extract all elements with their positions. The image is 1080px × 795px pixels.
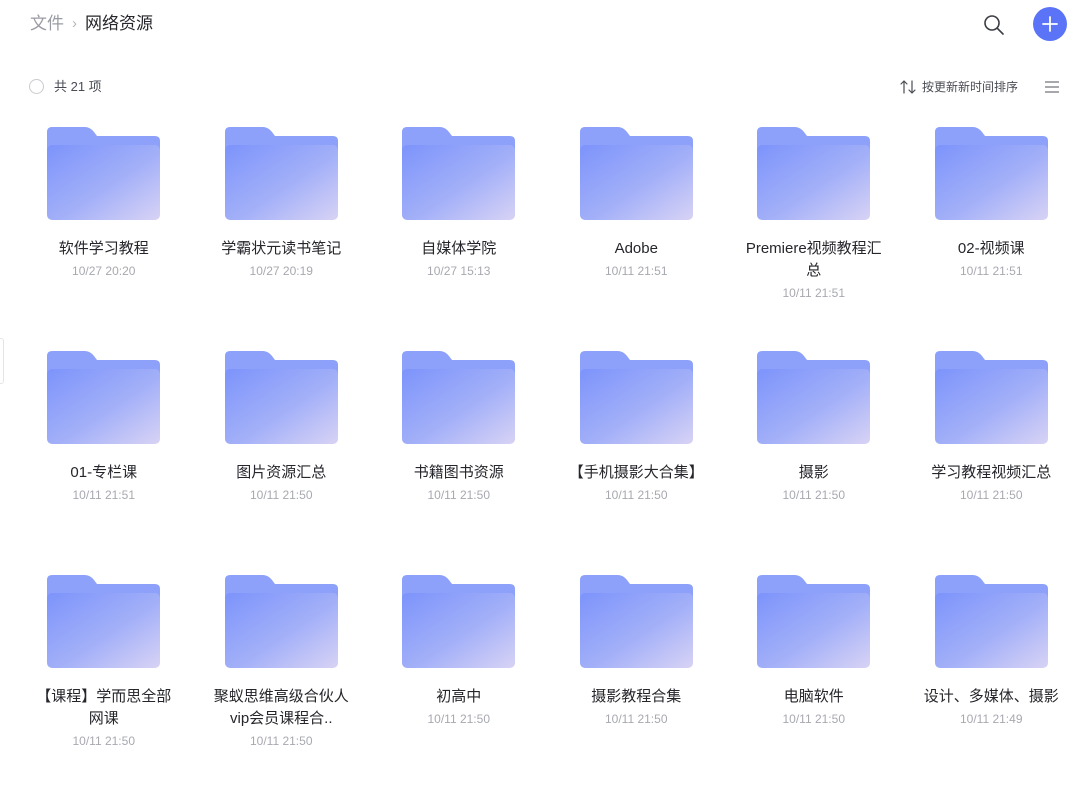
folder-icon [402,575,515,668]
folder-date: 10/11 21:49 [960,710,1023,728]
folder-item[interactable]: 自媒体学院 10/27 15:13 [370,123,548,347]
item-count: 共 21 项 [54,79,102,95]
plus-icon [1041,15,1059,33]
folder-date: 10/11 21:51 [72,486,135,504]
folder-item[interactable]: 设计、多媒体、摄影 10/11 21:49 [903,571,1080,795]
folder-date: 10/11 21:50 [782,710,845,728]
folder-item[interactable]: 学习教程视频汇总 10/11 21:50 [903,347,1080,571]
top-bar: 文件 › 网络资源 [0,0,1080,50]
folder-icon [47,351,160,444]
select-all-checkbox[interactable] [29,79,44,94]
folder-icon [402,351,515,444]
folder-date: 10/27 20:20 [72,262,135,280]
folder-name: 图片资源汇总 [211,462,351,484]
folder-date: 10/11 21:50 [960,486,1023,504]
folder-icon [580,127,693,220]
folder-name: Premiere视频教程汇总 [744,238,884,282]
folder-grid: 软件学习教程 10/27 20:20 学霸状元读书笔记 10/27 20:19 [15,123,1080,795]
search-icon [981,12,1007,38]
folder-item[interactable]: 摄影 10/11 21:50 [725,347,903,571]
search-button[interactable] [981,12,1007,38]
folder-icon [935,575,1048,668]
folder-icon [757,575,870,668]
folder-item[interactable]: 软件学习教程 10/27 20:20 [15,123,193,347]
folder-name: 自媒体学院 [389,238,529,260]
folder-date: 10/11 21:50 [605,486,668,504]
folder-name: 摄影教程合集 [566,686,706,708]
folder-date: 10/11 21:51 [605,262,668,280]
folder-date: 10/11 21:51 [782,284,845,302]
folder-name: Adobe [566,238,706,260]
folder-name: 书籍图书资源 [389,462,529,484]
folder-name: 聚蚁思维高级合伙人vip会员课程合.. [211,686,351,730]
folder-name: 初高中 [389,686,529,708]
sort-label: 按更新新时间排序 [922,79,1018,95]
folder-name: 【课程】学而思全部网课 [34,686,174,730]
sort-icon [900,80,916,94]
folder-date: 10/11 21:50 [250,732,313,750]
breadcrumb: 文件 › 网络资源 [30,13,153,35]
sort-button[interactable]: 按更新新时间排序 [900,79,1018,95]
folder-date: 10/11 21:51 [960,262,1023,280]
folder-item[interactable]: 图片资源汇总 10/11 21:50 [193,347,371,571]
folder-date: 10/27 20:19 [250,262,313,280]
folder-item[interactable]: Adobe 10/11 21:51 [548,123,726,347]
folder-icon [757,127,870,220]
folder-date: 10/11 21:50 [427,710,490,728]
folder-icon [580,575,693,668]
folder-icon [225,575,338,668]
folder-name: 学习教程视频汇总 [921,462,1061,484]
folder-name: 摄影 [744,462,884,484]
folder-date: 10/11 21:50 [72,732,135,750]
folder-icon [47,127,160,220]
folder-icon [402,127,515,220]
folder-item[interactable]: 01-专栏课 10/11 21:51 [15,347,193,571]
folder-item[interactable]: 【课程】学而思全部网课 10/11 21:50 [15,571,193,795]
folder-item[interactable]: 摄影教程合集 10/11 21:50 [548,571,726,795]
folder-item[interactable]: 电脑软件 10/11 21:50 [725,571,903,795]
folder-name: 01-专栏课 [34,462,174,484]
breadcrumb-current: 网络资源 [85,13,153,35]
folder-item[interactable]: 学霸状元读书笔记 10/27 20:19 [193,123,371,347]
list-view-icon[interactable] [1044,80,1060,94]
folder-item[interactable]: 聚蚁思维高级合伙人vip会员课程合.. 10/11 21:50 [193,571,371,795]
folder-icon [757,351,870,444]
folder-item[interactable]: 书籍图书资源 10/11 21:50 [370,347,548,571]
add-button[interactable] [1033,7,1067,41]
folder-item[interactable]: 【手机摄影大合集】 10/11 21:50 [548,347,726,571]
folder-name: 【手机摄影大合集】 [566,462,706,484]
folder-icon [47,575,160,668]
folder-name: 02-视频课 [921,238,1061,260]
folder-name: 设计、多媒体、摄影 [921,686,1061,708]
folder-item[interactable]: 初高中 10/11 21:50 [370,571,548,795]
folder-item[interactable]: 02-视频课 10/11 21:51 [903,123,1080,347]
folder-date: 10/27 15:13 [427,262,490,280]
breadcrumb-root-link[interactable]: 文件 [30,13,64,35]
folder-icon [225,127,338,220]
breadcrumb-separator: › [72,13,77,35]
folder-icon [935,351,1048,444]
folder-item[interactable]: Premiere视频教程汇总 10/11 21:51 [725,123,903,347]
folder-date: 10/11 21:50 [605,710,668,728]
folder-date: 10/11 21:50 [427,486,490,504]
folder-icon [935,127,1048,220]
folder-name: 学霸状元读书笔记 [211,238,351,260]
folder-icon [225,351,338,444]
folder-icon [580,351,693,444]
folder-name: 软件学习教程 [34,238,174,260]
folder-date: 10/11 21:50 [250,486,313,504]
list-toolbar: 共 21 项 按更新新时间排序 [0,74,1080,100]
folder-date: 10/11 21:50 [782,486,845,504]
folder-name: 电脑软件 [744,686,884,708]
sidebar-toggle-handle[interactable] [0,338,4,384]
